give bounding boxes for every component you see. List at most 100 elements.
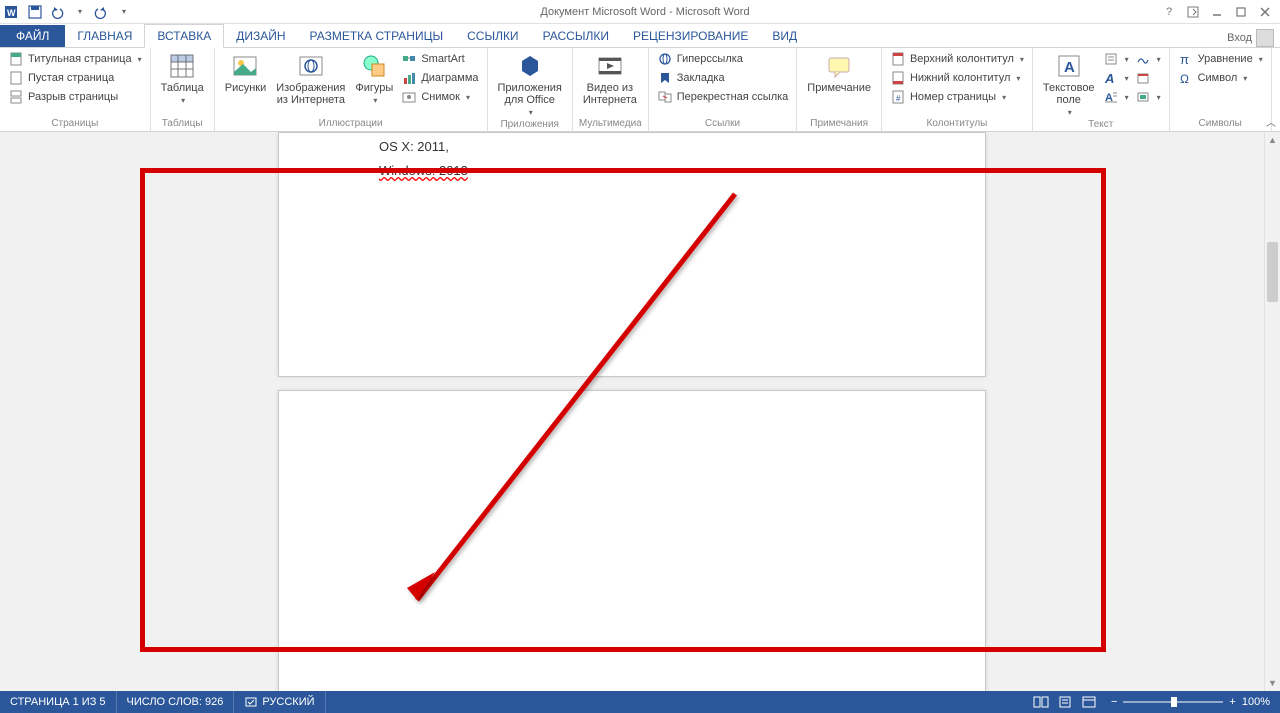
redo-icon[interactable] <box>92 3 110 21</box>
equation-label: Уравнение <box>1198 53 1253 65</box>
tab-view[interactable]: ВИД <box>760 25 809 47</box>
signature-line-button[interactable] <box>1133 50 1163 68</box>
cross-reference-icon <box>657 89 673 105</box>
tab-design[interactable]: ДИЗАЙН <box>224 25 297 47</box>
online-pictures-button[interactable]: Изображенияиз Интернета <box>272 50 349 108</box>
tab-insert[interactable]: ВСТАВКА <box>144 24 224 48</box>
chart-button[interactable]: Диаграмма <box>399 69 480 87</box>
comment-button[interactable]: Примечание <box>803 50 875 96</box>
equation-icon: π <box>1178 51 1194 67</box>
tab-review[interactable]: РЕЦЕНЗИРОВАНИЕ <box>621 25 760 47</box>
group-apps: Приложениядля Office Приложения <box>488 48 573 131</box>
save-icon[interactable] <box>26 3 44 21</box>
document-area[interactable]: OS X: 2011, Windows: 2013 <box>0 132 1264 691</box>
group-links-label: Ссылки <box>655 118 791 131</box>
ribbon-display-options-icon[interactable] <box>1182 3 1204 21</box>
group-pages-label: Страницы <box>6 118 144 131</box>
zoom-in-button[interactable]: + <box>1229 696 1235 708</box>
minimize-button[interactable] <box>1206 3 1228 21</box>
group-illustrations-label: Иллюстрации <box>221 118 481 131</box>
shapes-button[interactable]: Фигуры <box>351 50 397 107</box>
tab-references[interactable]: ССЫЛКИ <box>455 25 530 47</box>
vertical-scrollbar[interactable]: ▲ ▼ <box>1264 132 1280 691</box>
zoom-slider[interactable] <box>1123 701 1223 703</box>
object-icon <box>1135 89 1151 105</box>
apps-label1: Приложения <box>498 82 562 94</box>
page-break-button[interactable]: Разрыв страницы <box>6 88 144 106</box>
group-symbols-label: Символы <box>1176 118 1265 131</box>
video-label1: Видео из <box>587 82 633 94</box>
read-mode-button[interactable] <box>1029 691 1053 713</box>
qat-customize-icon[interactable] <box>114 3 132 21</box>
group-illustrations: Рисунки Изображенияиз Интернета Фигуры S… <box>215 48 488 131</box>
footer-button[interactable]: Нижний колонтитул <box>888 69 1026 87</box>
date-time-button[interactable] <box>1133 69 1163 87</box>
wordart-button[interactable]: A <box>1101 69 1131 87</box>
cover-page-button[interactable]: Титульная страница <box>6 50 144 68</box>
signature-icon <box>1135 51 1151 67</box>
group-text-label: Текст <box>1039 119 1163 132</box>
blank-page-button[interactable]: Пустая страница <box>6 69 144 87</box>
status-language[interactable]: РУССКИЙ <box>234 691 325 713</box>
tab-mailings[interactable]: РАССЫЛКИ <box>531 25 621 47</box>
drop-cap-button[interactable]: A <box>1101 88 1131 106</box>
page-number-icon: # <box>890 89 906 105</box>
cross-reference-button[interactable]: Перекрестная ссылка <box>655 88 791 106</box>
sign-in[interactable]: Вход <box>1227 29 1280 47</box>
table-button[interactable]: Таблица <box>157 50 208 107</box>
tab-file[interactable]: ФАЙЛ <box>0 25 65 47</box>
header-button[interactable]: Верхний колонтитул <box>888 50 1026 68</box>
zoom-control: − + 100% <box>1101 696 1280 708</box>
group-pages: Титульная страница Пустая страница Разры… <box>0 48 151 131</box>
svg-text:A: A <box>1104 71 1114 85</box>
group-tables: Таблица Таблицы <box>151 48 215 131</box>
collapse-ribbon-icon[interactable]: ︿ <box>1266 114 1276 129</box>
help-icon[interactable]: ? <box>1158 3 1180 21</box>
header-label: Верхний колонтитул <box>910 53 1014 65</box>
zoom-out-button[interactable]: − <box>1111 696 1117 708</box>
online-video-button[interactable]: Видео изИнтернета <box>579 50 641 108</box>
zoom-slider-knob[interactable] <box>1171 697 1177 707</box>
apps-button[interactable]: Приложениядля Office <box>494 50 566 119</box>
group-media: Видео изИнтернета Мультимедиа <box>573 48 649 131</box>
group-media-label: Мультимедиа <box>579 118 642 131</box>
textbox-label1: Текстовое <box>1043 82 1095 94</box>
page-2[interactable] <box>278 390 986 691</box>
cover-page-label: Титульная страница <box>28 53 132 65</box>
textbox-icon: A <box>1055 52 1083 80</box>
maximize-button[interactable] <box>1230 3 1252 21</box>
tab-layout[interactable]: РАЗМЕТКА СТРАНИЦЫ <box>298 25 456 47</box>
page-number-label: Номер страницы <box>910 91 996 103</box>
page-1[interactable]: OS X: 2011, Windows: 2013 <box>278 132 986 377</box>
undo-icon[interactable] <box>48 3 66 21</box>
symbol-button[interactable]: ΩСимвол <box>1176 69 1265 87</box>
group-headerfooter-label: Колонтитулы <box>888 118 1026 131</box>
object-button[interactable] <box>1133 88 1163 106</box>
textbox-button[interactable]: A Текстовоеполе <box>1039 50 1099 119</box>
window-title: Документ Microsoft Word - Microsoft Word <box>132 6 1158 18</box>
status-words[interactable]: ЧИСЛО СЛОВ: 926 <box>117 691 235 713</box>
close-button[interactable] <box>1254 3 1276 21</box>
comment-label: Примечание <box>807 82 871 94</box>
print-layout-button[interactable] <box>1053 691 1077 713</box>
online-pictures-icon <box>297 52 325 80</box>
scroll-up-icon[interactable]: ▲ <box>1265 132 1280 148</box>
screenshot-button[interactable]: Снимок <box>399 88 480 106</box>
scroll-thumb[interactable] <box>1267 242 1278 302</box>
web-layout-button[interactable] <box>1077 691 1101 713</box>
status-page[interactable]: СТРАНИЦА 1 ИЗ 5 <box>0 691 117 713</box>
bookmark-button[interactable]: Закладка <box>655 69 791 87</box>
hyperlink-button[interactable]: Гиперссылка <box>655 50 791 68</box>
smartart-button[interactable]: SmartArt <box>399 50 480 68</box>
undo-dropdown-icon[interactable] <box>70 3 88 21</box>
scroll-down-icon[interactable]: ▼ <box>1265 675 1280 691</box>
avatar-icon <box>1256 29 1274 47</box>
quick-parts-button[interactable] <box>1101 50 1131 68</box>
page-number-button[interactable]: # Номер страницы <box>888 88 1026 106</box>
equation-button[interactable]: π Уравнение <box>1176 50 1265 68</box>
tab-home[interactable]: ГЛАВНАЯ <box>65 25 144 47</box>
apps-label2: для Office <box>505 94 555 106</box>
pictures-button[interactable]: Рисунки <box>221 50 271 96</box>
symbol-label: Символ <box>1198 72 1238 84</box>
zoom-value[interactable]: 100% <box>1242 696 1270 708</box>
